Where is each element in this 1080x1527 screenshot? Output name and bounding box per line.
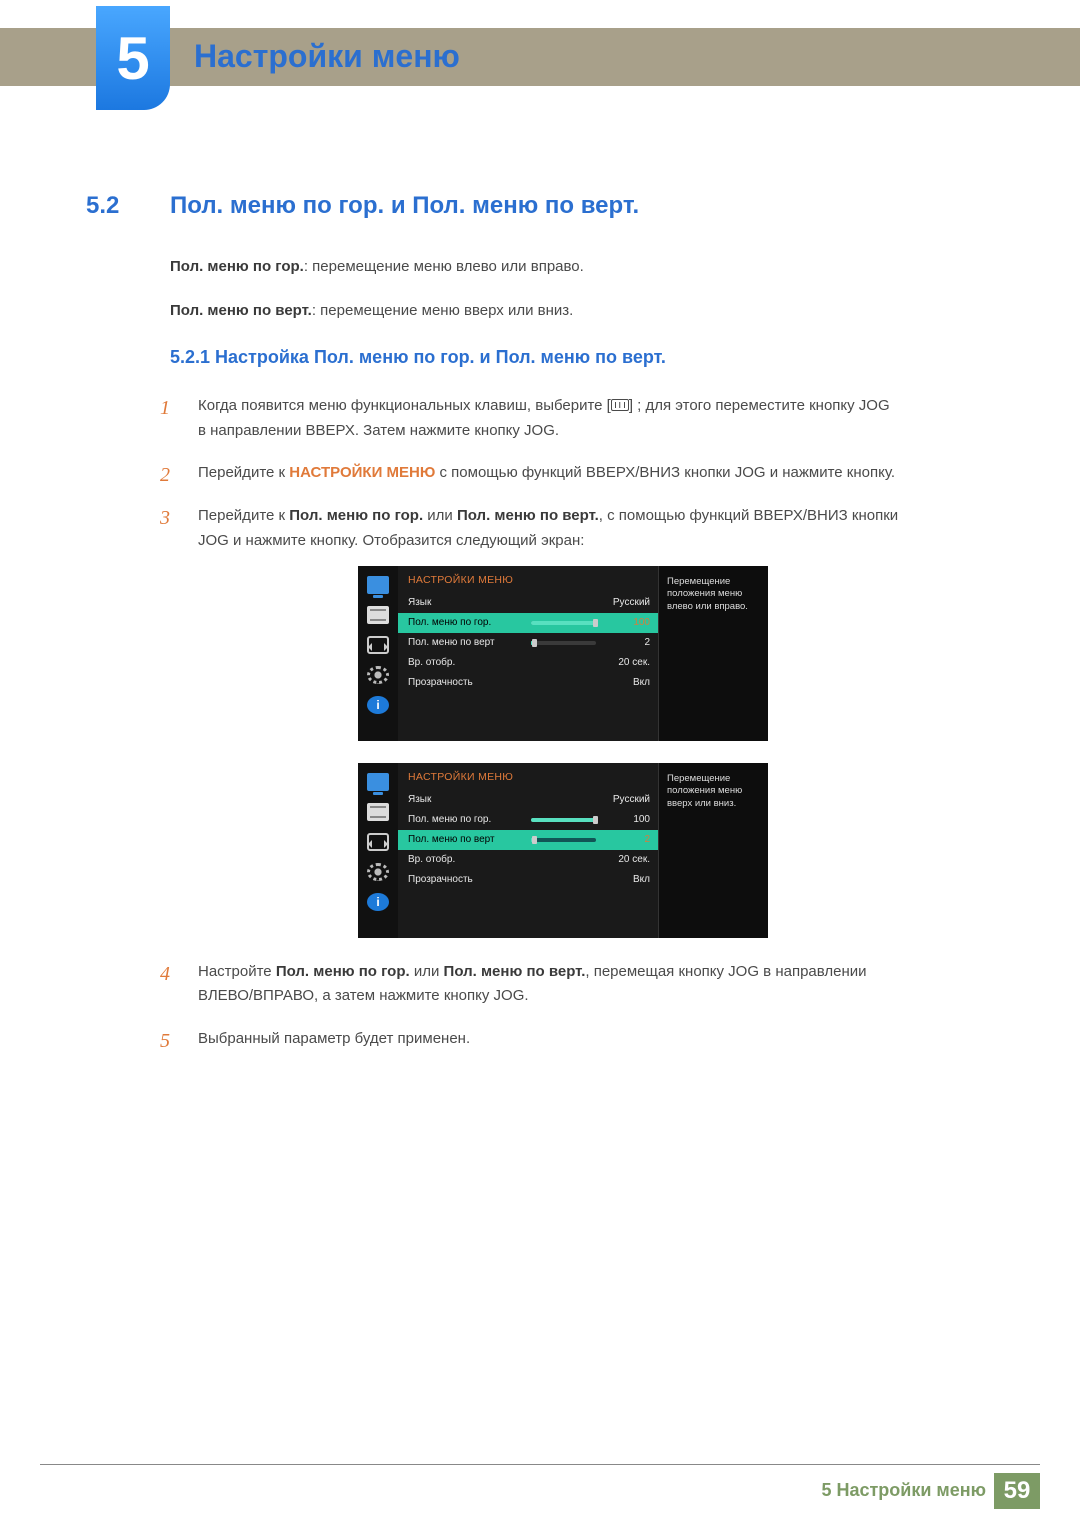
osd-main: НАСТРОЙКИ МЕНЮ ЯзыкРусский Пол. меню по … [398,566,658,741]
menu-icon [611,399,629,411]
osd-row-v-pos: Пол. меню по верт 2 [398,633,658,653]
osd-row-display-time: Вр. отобр.20 сек. [398,850,658,870]
footer-rule [40,1464,1040,1465]
step-1: Когда появится меню функциональных клави… [170,394,900,444]
chapter-number-badge: 5 [96,6,170,110]
osd-row-v-pos-selected: Пол. меню по верт 2 [398,830,658,850]
osd-row-language: ЯзыкРусский [398,790,658,810]
step-5: Выбранный параметр будет применен. [170,1027,900,1052]
osd-tooltip: Перемещение положения меню влево или впр… [658,566,768,741]
slider-bar-icon [531,818,596,822]
content-body: Пол. меню по гор.: перемещение меню влев… [170,255,900,1070]
osd-nav: i [358,763,398,938]
osd-tooltip: Перемещение положения меню вверх или вни… [658,763,768,938]
arrows-icon [367,636,389,654]
gear-icon [367,666,389,684]
monitor-icon [367,576,389,594]
monitor-icon [367,773,389,791]
osd-row-h-pos: Пол. меню по гор. 100 [398,810,658,830]
osd-row-transparency: ПрозрачностьВкл [398,870,658,890]
osd-row-display-time: Вр. отобр.20 сек. [398,653,658,673]
osd-nav: i [358,566,398,741]
section-title: Пол. меню по гор. и Пол. меню по верт. [170,192,639,220]
chapter-title: Настройки меню [194,38,460,75]
osd-row-h-pos-selected: Пол. меню по гор. 100 [398,613,658,633]
gear-icon [367,863,389,881]
step-4: Настройте Пол. меню по гор. или Пол. мен… [170,960,900,1010]
osd-panel-vertical: i НАСТРОЙКИ МЕНЮ ЯзыкРусский Пол. меню п… [358,763,768,938]
info-icon: i [367,696,389,714]
subsection-header: 5.2.1 Настройка Пол. меню по гор. и Пол.… [170,343,900,372]
osd-panel-horizontal: i НАСТРОЙКИ МЕНЮ ЯзыкРусский Пол. меню п… [358,566,768,741]
slider-bar-icon [531,838,596,842]
osd-row-language: ЯзыкРусский [398,593,658,613]
list-icon [367,606,389,624]
step-3: Перейдите к Пол. меню по гор. или Пол. м… [170,504,900,938]
osd-illustrations: i НАСТРОЙКИ МЕНЮ ЯзыкРусский Пол. меню п… [358,566,768,938]
footer-chapter-label: 5 Настройки меню [821,1480,986,1501]
slider-bar-icon [531,621,596,625]
intro-line-2: Пол. меню по верт.: перемещение меню вве… [170,299,900,323]
info-icon: i [367,893,389,911]
arrows-icon [367,833,389,851]
intro-bold-1: Пол. меню по гор. [170,258,304,275]
osd-title: НАСТРОЙКИ МЕНЮ [398,572,658,593]
osd-title: НАСТРОЙКИ МЕНЮ [398,769,658,790]
step-2: Перейдите к НАСТРОЙКИ МЕНЮ с помощью фун… [170,461,900,486]
section-number: 5.2 [86,192,119,220]
osd-row-transparency: ПрозрачностьВкл [398,673,658,693]
intro-bold-2: Пол. меню по верт. [170,302,312,319]
slider-bar-icon [531,641,596,645]
intro-line-1: Пол. меню по гор.: перемещение меню влев… [170,255,900,279]
list-icon [367,803,389,821]
footer-page-number: 59 [994,1473,1040,1509]
steps-list: Когда появится меню функциональных клави… [170,394,900,1052]
osd-main: НАСТРОЙКИ МЕНЮ ЯзыкРусский Пол. меню по … [398,763,658,938]
